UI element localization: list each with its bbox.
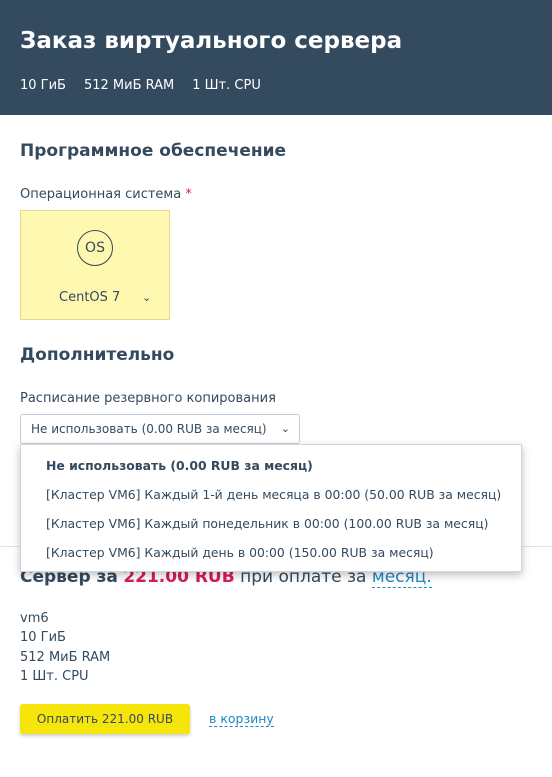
spec-disk: 10 ГиБ [20, 78, 66, 93]
header-specs: 10 ГиБ 512 МиБ RAM 1 Шт. CPU [20, 78, 261, 93]
os-selected-value: CentOS 7 [59, 290, 121, 305]
chevron-down-icon: ⌄ [280, 422, 290, 435]
os-selector-card[interactable]: OS CentOS 7 ⌄ [20, 210, 170, 320]
summary-detail-name: vm6 [20, 611, 49, 626]
dropdown-option[interactable]: [Кластер VM6] Каждый день в 00:00 (150.0… [46, 545, 434, 560]
dropdown-option[interactable]: [Кластер VM6] Каждый понедельник в 00:00… [46, 516, 488, 531]
page-header: Заказ виртуального сервера 10 ГиБ 512 Ми… [0, 0, 552, 115]
backup-selected-value: Не использовать (0.00 RUB за месяц) [31, 422, 267, 436]
add-to-cart-link[interactable]: в корзину [209, 711, 274, 727]
os-label-text: Операционная система [20, 187, 182, 202]
spec-ram: 512 МиБ RAM [83, 78, 175, 93]
summary-detail-ram: 512 МиБ RAM [20, 650, 111, 665]
backup-options-dropdown: Не использовать (0.00 RUB за месяц) [Кла… [20, 444, 522, 572]
pay-button[interactable]: Оплатить 221.00 RUB [20, 704, 190, 734]
dropdown-option[interactable]: Не использовать (0.00 RUB за месяц) [46, 458, 313, 473]
required-mark: * [185, 187, 192, 202]
chevron-down-icon[interactable]: ⌄ [142, 291, 151, 304]
os-icon: OS [77, 230, 113, 266]
backup-schedule-select[interactable]: Не использовать (0.00 RUB за месяц) ⌄ [20, 414, 300, 444]
backup-field-label: Расписание резервного копирования [20, 391, 276, 406]
page-title: Заказ виртуального сервера [20, 28, 403, 54]
os-field-label: Операционная система * [20, 187, 192, 202]
software-section-title: Программное обеспечение [20, 141, 287, 161]
summary-detail-cpu: 1 Шт. CPU [20, 669, 89, 684]
dropdown-option[interactable]: [Кластер VM6] Каждый 1-й день месяца в 0… [46, 487, 501, 502]
summary-detail-disk: 10 ГиБ [20, 630, 66, 645]
spec-cpu: 1 Шт. CPU [192, 78, 261, 93]
additional-section-title: Дополнительно [20, 345, 175, 365]
